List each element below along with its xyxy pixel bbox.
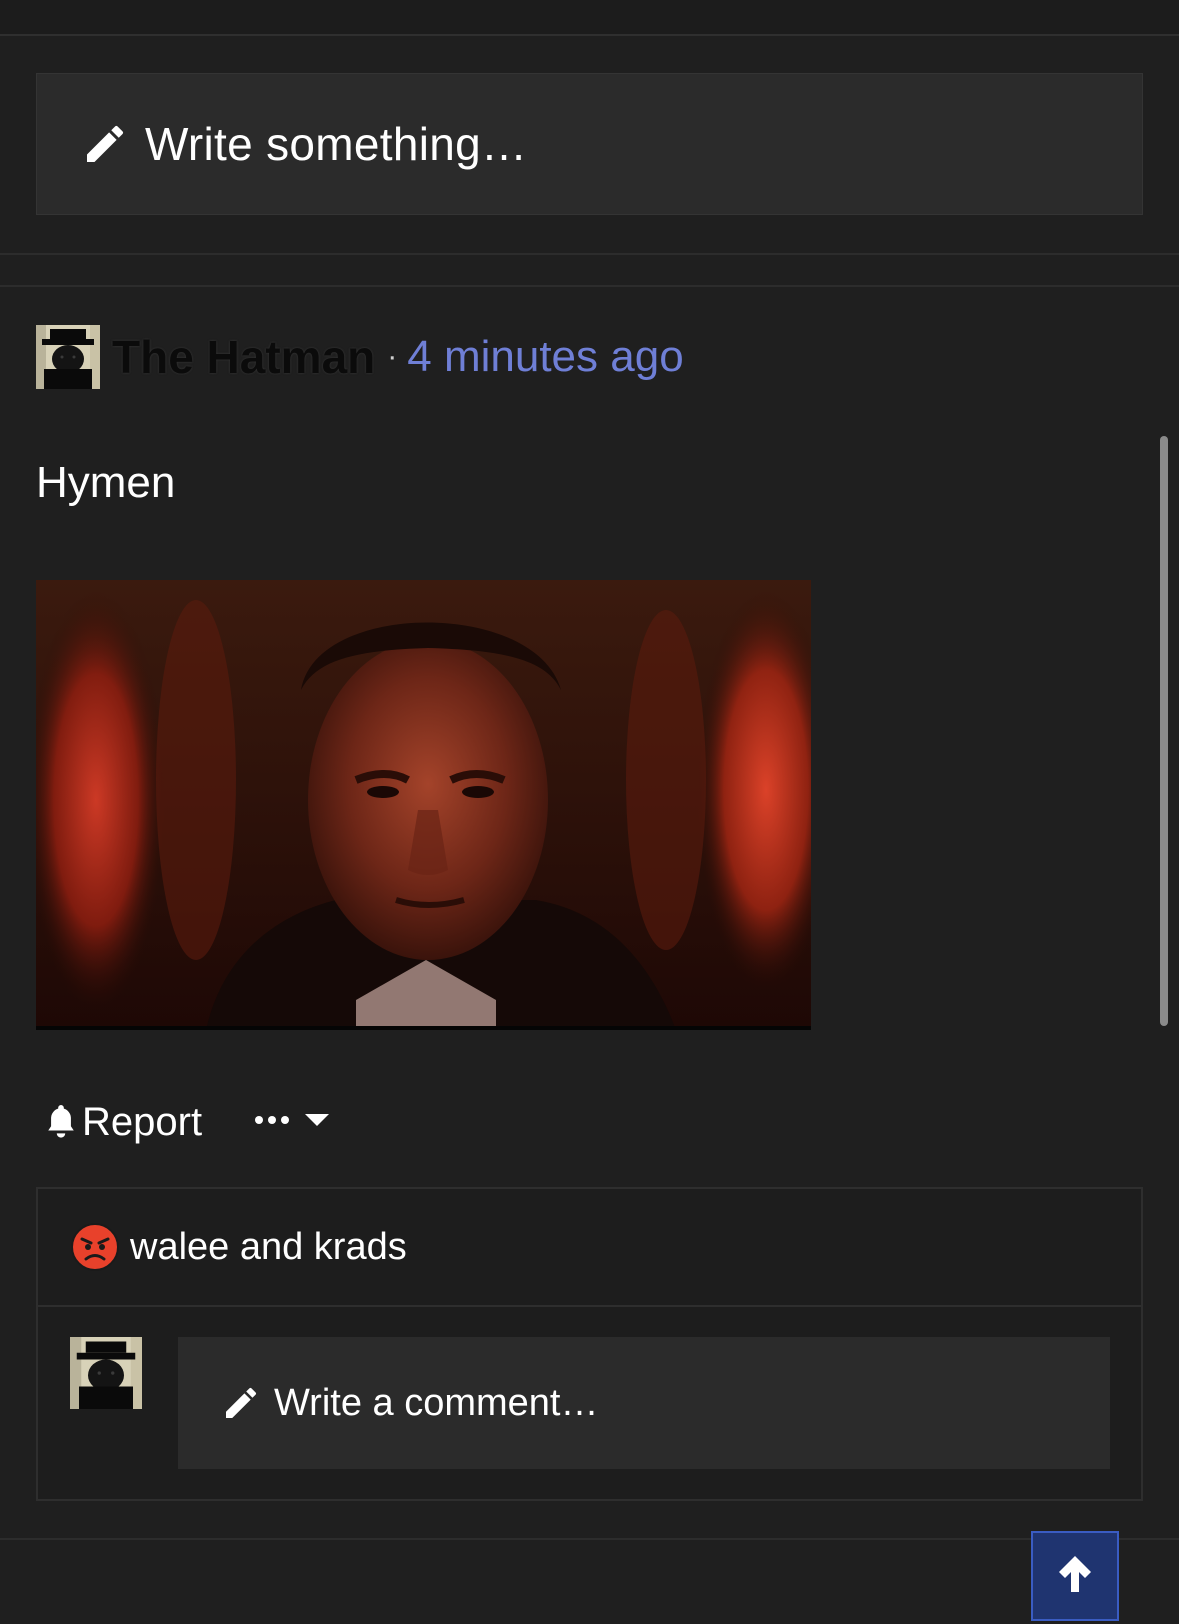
top-bar — [0, 0, 1179, 36]
report-button[interactable]: Report — [44, 1100, 202, 1145]
scrollbar[interactable] — [1160, 436, 1168, 1026]
post-text: Hymen — [36, 458, 176, 507]
divider — [0, 285, 1179, 287]
meta-separator: · — [387, 340, 398, 373]
angry-face-icon — [70, 1222, 120, 1272]
author-avatar[interactable] — [36, 325, 100, 389]
scroll-to-top-button[interactable] — [1031, 1531, 1119, 1621]
divider — [0, 253, 1179, 255]
ellipsis-icon — [254, 1113, 294, 1131]
comment-input[interactable]: Write a comment… — [178, 1337, 1110, 1469]
reactors-text: walee and krads — [130, 1225, 407, 1268]
commenter-avatar[interactable] — [70, 1337, 142, 1409]
composer-placeholder: Write something… — [145, 118, 528, 170]
pencil-icon — [79, 118, 131, 170]
post-actions: Report — [44, 1097, 330, 1147]
author-name[interactable]: The Hatman — [112, 330, 375, 384]
pencil-icon — [220, 1382, 262, 1424]
reactions-summary[interactable]: walee and krads — [38, 1189, 1141, 1307]
post-header: The Hatman · 4 minutes ago — [36, 325, 684, 389]
reactions-panel: walee and krads Write a comment… — [36, 1187, 1143, 1501]
bell-icon — [44, 1102, 78, 1142]
arrow-up-icon — [1055, 1552, 1095, 1601]
post-composer[interactable]: Write something… — [36, 73, 1143, 215]
comment-placeholder: Write a comment… — [274, 1381, 599, 1424]
page: Write something… The Hatman · 4 minutes … — [0, 0, 1179, 1624]
divider — [0, 1538, 1179, 1540]
more-options-button[interactable] — [254, 1112, 330, 1133]
comment-row: Write a comment… — [38, 1307, 1141, 1499]
caret-down-icon — [304, 1112, 330, 1133]
report-label: Report — [82, 1099, 203, 1144]
post-timestamp[interactable]: 4 minutes ago — [407, 332, 683, 382]
post-image[interactable] — [36, 580, 811, 1030]
